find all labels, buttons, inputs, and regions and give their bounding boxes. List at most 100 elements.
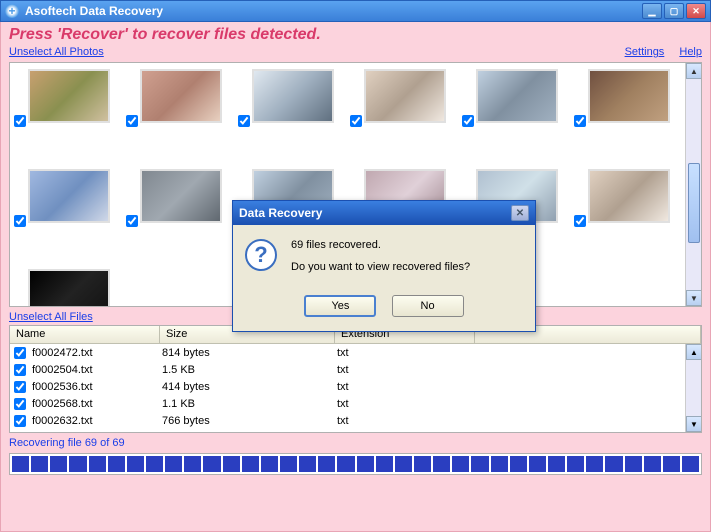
- photo-thumbnail[interactable]: [588, 69, 670, 123]
- close-button[interactable]: ✕: [686, 3, 706, 19]
- photo-checkbox[interactable]: [14, 215, 26, 227]
- progress-segment: [184, 456, 201, 472]
- dialog-message-line2: Do you want to view recovered files?: [291, 261, 470, 273]
- scroll-up-icon[interactable]: ▲: [686, 63, 702, 79]
- progress-segment: [242, 456, 259, 472]
- progress-segment: [165, 456, 182, 472]
- photo-item[interactable]: [126, 169, 234, 239]
- photo-thumbnail[interactable]: [140, 69, 222, 123]
- progress-segment: [452, 456, 469, 472]
- file-checkbox[interactable]: [14, 398, 26, 410]
- file-ext-cell: txt: [335, 363, 475, 377]
- unselect-all-files-link[interactable]: Unselect All Files: [9, 311, 93, 323]
- photo-scrollbar[interactable]: ▲ ▼: [685, 63, 701, 306]
- progress-bar: [9, 453, 702, 475]
- photo-checkbox[interactable]: [350, 115, 362, 127]
- photo-item[interactable]: [574, 169, 682, 239]
- file-name-cell: f0002504.txt: [30, 363, 160, 377]
- help-link[interactable]: Help: [679, 46, 702, 58]
- file-scrollbar[interactable]: ▲ ▼: [685, 344, 701, 432]
- progress-segment: [510, 456, 527, 472]
- file-name-cell: f0002568.txt: [30, 397, 160, 411]
- progress-segment: [203, 456, 220, 472]
- table-row[interactable]: f0002632.txt766 bytestxt: [10, 412, 701, 429]
- progress-segment: [491, 456, 508, 472]
- progress-segment: [433, 456, 450, 472]
- progress-segment: [108, 456, 125, 472]
- photo-thumbnail[interactable]: [252, 69, 334, 123]
- photo-checkbox[interactable]: [574, 215, 586, 227]
- titlebar: + Asoftech Data Recovery ▁ ▢ ✕: [0, 0, 711, 22]
- photo-checkbox[interactable]: [238, 115, 250, 127]
- photo-thumbnail[interactable]: [140, 169, 222, 223]
- table-row[interactable]: f0002504.txt1.5 KBtxt: [10, 361, 701, 378]
- scroll-up-icon[interactable]: ▲: [686, 344, 702, 360]
- progress-segment: [261, 456, 278, 472]
- scroll-down-icon[interactable]: ▼: [686, 290, 702, 306]
- settings-link[interactable]: Settings: [625, 46, 665, 58]
- photo-item[interactable]: [574, 69, 682, 139]
- photo-thumbnail[interactable]: [588, 169, 670, 223]
- recovery-dialog: Data Recovery ✕ ? 69 files recovered. Do…: [232, 200, 536, 332]
- progress-segment: [31, 456, 48, 472]
- photo-checkbox[interactable]: [126, 215, 138, 227]
- maximize-button[interactable]: ▢: [664, 3, 684, 19]
- photo-item[interactable]: [14, 169, 122, 239]
- photo-thumbnail[interactable]: [28, 169, 110, 223]
- photo-checkbox[interactable]: [462, 115, 474, 127]
- progress-segment: [529, 456, 546, 472]
- photo-item[interactable]: [14, 69, 122, 139]
- photo-checkbox[interactable]: [14, 115, 26, 127]
- photo-item[interactable]: [462, 69, 570, 139]
- table-row[interactable]: f0002472.txt814 bytestxt: [10, 344, 701, 361]
- file-rows: f0002472.txt814 bytestxtf0002504.txt1.5 …: [10, 344, 701, 429]
- progress-segment: [395, 456, 412, 472]
- file-checkbox[interactable]: [14, 364, 26, 376]
- question-icon: ?: [245, 239, 277, 271]
- photo-checkbox[interactable]: [574, 115, 586, 127]
- scroll-thumb[interactable]: [688, 163, 700, 243]
- file-checkbox[interactable]: [14, 347, 26, 359]
- progress-segment: [50, 456, 67, 472]
- instruction-text: Press 'Recover' to recover files detecte…: [9, 26, 702, 44]
- photo-item[interactable]: [350, 69, 458, 139]
- no-button[interactable]: No: [392, 295, 464, 317]
- photo-checkbox[interactable]: [126, 115, 138, 127]
- progress-segment: [586, 456, 603, 472]
- progress-segment: [12, 456, 29, 472]
- progress-segment: [548, 456, 565, 472]
- progress-segment: [299, 456, 316, 472]
- file-size-cell: 1.5 KB: [160, 363, 335, 377]
- photo-thumbnail[interactable]: [364, 69, 446, 123]
- table-row[interactable]: f0002568.txt1.1 KBtxt: [10, 395, 701, 412]
- photo-item[interactable]: [126, 69, 234, 139]
- progress-segment: [318, 456, 335, 472]
- table-row[interactable]: f0002536.txt414 bytestxt: [10, 378, 701, 395]
- file-checkbox[interactable]: [14, 381, 26, 393]
- minimize-button[interactable]: ▁: [642, 3, 662, 19]
- file-checkbox[interactable]: [14, 415, 26, 427]
- progress-status-text: Recovering file 69 of 69: [9, 437, 702, 449]
- scroll-down-icon[interactable]: ▼: [686, 416, 702, 432]
- photo-item[interactable]: [238, 69, 346, 139]
- unselect-all-photos-link[interactable]: Unselect All Photos: [9, 46, 104, 58]
- file-ext-cell: txt: [335, 414, 475, 428]
- progress-segment: [682, 456, 699, 472]
- photo-thumbnail[interactable]: [28, 69, 110, 123]
- yes-button[interactable]: Yes: [304, 295, 376, 317]
- dialog-title-text: Data Recovery: [239, 206, 511, 220]
- progress-segment: [471, 456, 488, 472]
- column-header-name[interactable]: Name: [10, 326, 160, 343]
- dialog-close-button[interactable]: ✕: [511, 205, 529, 221]
- progress-segment: [337, 456, 354, 472]
- photo-item[interactable]: [14, 269, 122, 307]
- file-ext-cell: txt: [335, 346, 475, 360]
- photo-thumbnail[interactable]: [476, 69, 558, 123]
- file-ext-cell: txt: [335, 380, 475, 394]
- photo-thumbnail[interactable]: [28, 269, 110, 307]
- progress-segment: [127, 456, 144, 472]
- file-size-cell: 766 bytes: [160, 414, 335, 428]
- dialog-titlebar: Data Recovery ✕: [233, 201, 535, 225]
- progress-segment: [69, 456, 86, 472]
- top-links-row: Unselect All Photos Settings Help: [9, 46, 702, 58]
